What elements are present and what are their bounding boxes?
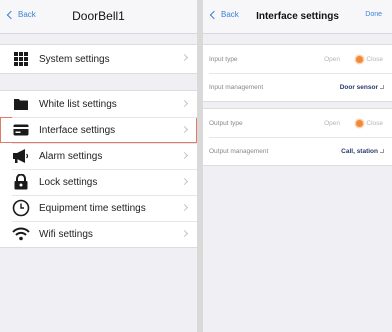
output-management-label: Output management: [209, 147, 269, 155]
card-icon: [12, 121, 30, 139]
output-type-row: Output type Open Close: [203, 109, 392, 137]
menu-item-label: Equipment time settings: [39, 202, 146, 214]
output-management-value: Call, station: [341, 147, 378, 155]
menu-item-lock[interactable]: Lock settings: [0, 169, 197, 195]
left-nav-bar: Back DoorBell1: [0, 0, 197, 34]
menu-item-interface[interactable]: Interface settings: [0, 117, 197, 143]
output-type-open-option[interactable]: Open: [324, 120, 340, 127]
output-type-close-option[interactable]: Close: [356, 119, 383, 127]
menu-item-label: Interface settings: [39, 124, 116, 136]
menu-item-label: Alarm settings: [39, 150, 103, 162]
right-nav-bar: Back Interface settings Done: [203, 0, 392, 34]
menu-item-label: Wifi settings: [39, 228, 93, 240]
system-settings-label: System settings: [39, 53, 110, 65]
chevron-right-icon: [180, 99, 189, 108]
lock-icon: [12, 173, 30, 191]
interface-settings-screen: Back Interface settings Done Input type …: [203, 0, 392, 332]
menu-item-label: Lock settings: [39, 176, 98, 188]
menu-item-whitelist[interactable]: White list settings: [0, 91, 197, 117]
settings-menu-group: White list settings Interface settings A…: [0, 90, 197, 248]
input-management-value: Door sensor: [339, 83, 378, 91]
menu-item-wifi[interactable]: Wifi settings: [0, 221, 197, 247]
chevron-right-icon: [180, 151, 189, 160]
input-management-label: Input management: [209, 83, 264, 91]
clock-icon: [12, 199, 30, 217]
chevron-right-icon: [180, 177, 189, 186]
input-management-row[interactable]: Input management Door sensor: [203, 73, 392, 101]
input-type-label: Input type: [209, 55, 238, 63]
chevron-right-icon: [180, 125, 189, 134]
chevron-right-icon: [180, 53, 189, 62]
menu-item-time[interactable]: Equipment time settings: [0, 195, 197, 221]
input-settings-group: Input type Open Close Input management D…: [203, 44, 392, 102]
input-type-row: Input type Open Close: [203, 45, 392, 73]
output-type-close-label: Close: [366, 119, 383, 127]
input-type-close-label: Close: [366, 55, 383, 63]
folder-icon: [12, 95, 30, 113]
grid-icon: [12, 50, 30, 68]
chevron-right-icon: [180, 203, 189, 212]
input-type-open-option[interactable]: Open: [324, 56, 340, 63]
dropdown-corner-icon: [380, 85, 384, 89]
right-page-title: Interface settings: [256, 11, 339, 22]
radio-selected-icon: [356, 119, 364, 127]
output-type-label: Output type: [209, 119, 243, 127]
menu-item-alarm[interactable]: Alarm settings: [0, 143, 197, 169]
menu-item-label: White list settings: [39, 98, 117, 110]
dropdown-corner-icon: [380, 149, 384, 153]
doorbell-settings-screen: Back DoorBell1 System settings White lis…: [0, 0, 197, 332]
chevron-right-icon: [180, 229, 189, 238]
output-management-row[interactable]: Output management Call, station: [203, 137, 392, 165]
left-page-title: DoorBell1: [72, 9, 125, 23]
system-settings-group: System settings: [0, 44, 197, 74]
output-settings-group: Output type Open Close Output management…: [203, 108, 392, 166]
radio-selected-icon: [356, 55, 364, 63]
megaphone-icon: [12, 147, 30, 165]
wifi-icon: [12, 225, 30, 243]
done-button[interactable]: Done: [365, 11, 382, 18]
system-settings-row[interactable]: System settings: [0, 45, 197, 73]
input-type-close-option[interactable]: Close: [356, 55, 383, 63]
